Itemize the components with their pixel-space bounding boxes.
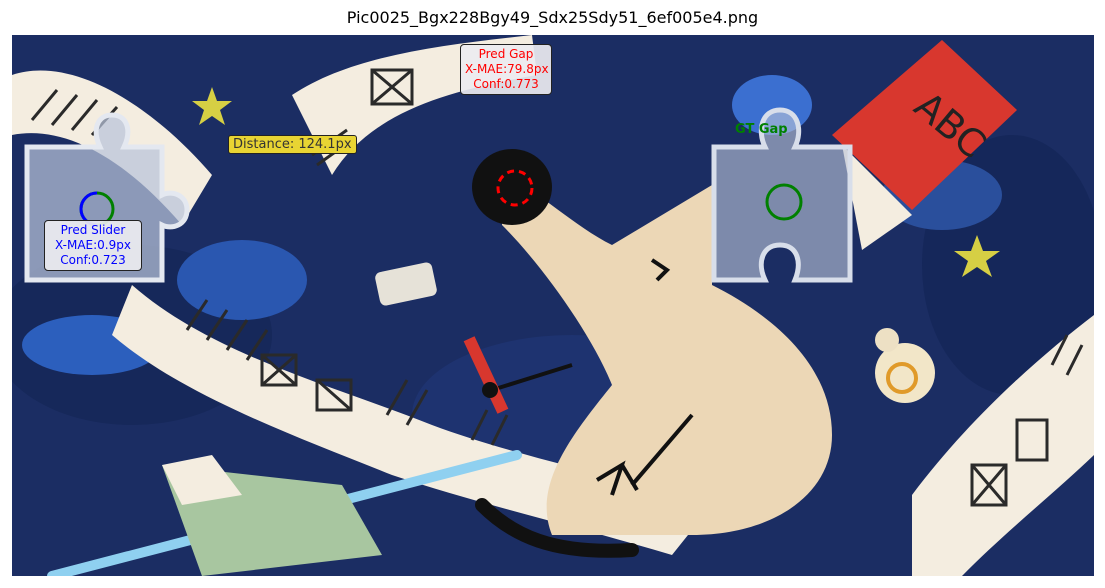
distance-label: Distance: 124.1px (228, 135, 357, 154)
pred-gap-xmae: X-MAE:79.8px (465, 62, 549, 76)
pred-slider-xmae: X-MAE:0.9px (55, 238, 131, 252)
figure-title: Pic0025_Bgx228Bgy49_Sdx25Sdy51_6ef005e4.… (346, 8, 759, 27)
pred-slider-conf: Conf:0.723 (60, 253, 126, 267)
pred-gap-title: Pred Gap (478, 47, 534, 61)
marker-overlay (79, 169, 803, 227)
pred-gap-label: Pred Gap X-MAE:79.8px Conf:0.773 (460, 44, 552, 95)
pred-gap-marker (496, 169, 534, 207)
pred-gap-conf: Conf:0.773 (473, 77, 539, 91)
captcha-image: ABC (12, 35, 1094, 576)
gt-gap-label: GT Gap (735, 122, 788, 137)
pred-slider-label: Pred Slider X-MAE:0.9px Conf:0.723 (44, 220, 142, 271)
gt-gap-marker (765, 183, 803, 221)
pred-slider-title: Pred Slider (60, 223, 126, 237)
